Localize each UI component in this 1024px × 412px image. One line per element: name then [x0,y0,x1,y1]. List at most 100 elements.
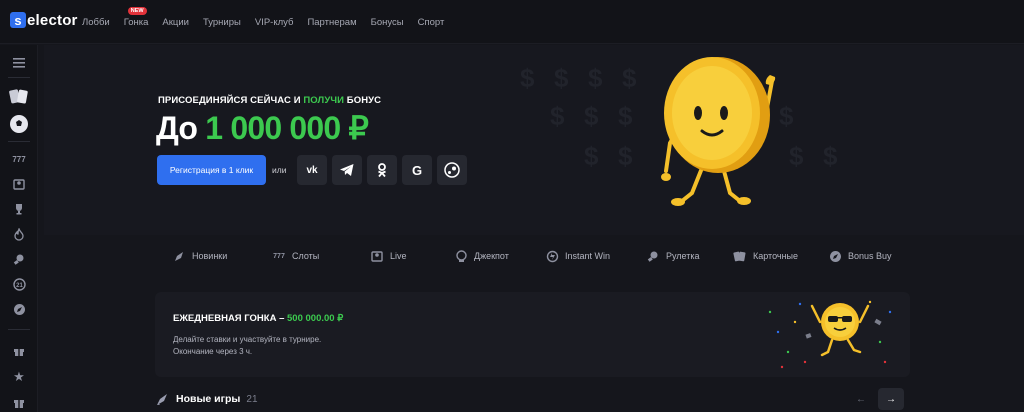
sidebar: 777 21 ★ [0,45,38,412]
dollar-icon: $ [618,141,633,171]
new-games-count: 21 [246,393,258,405]
daily-race-card[interactable]: ЕЖЕДНЕВНАЯ ГОНКА – 500 000.00 ₽ Делайте … [155,292,910,377]
race-prize: 500 000.00 ₽ [287,313,344,324]
sidebar-divider [8,77,30,78]
kicker-highlight: ПОЛУЧИ [303,95,345,106]
menu-icon[interactable] [11,55,27,71]
category-instant-win[interactable]: Instant Win [545,245,610,267]
new-badge: NEW [127,6,147,15]
top-bar: s elector Лобби Гонка NEW Акции Турниры … [0,0,1024,44]
nav-tournaments[interactable]: Турниры [203,17,241,28]
odnoklassniki-icon [378,163,386,178]
logo[interactable]: s elector [10,10,78,30]
race-description: Делайте ставки и участвуйте в турнире. О… [173,334,321,358]
race-mascot-illustration [768,300,892,369]
category-label: Instant Win [565,251,611,261]
live-dealer-icon[interactable] [11,176,27,192]
dollar-icon: $ [520,63,535,93]
category-label: Джекпот [474,251,509,261]
dollar-icon: $ [823,141,838,171]
category-new[interactable]: Новинки [172,245,227,267]
amount-prefix: До [156,110,198,146]
google-login-button[interactable]: G [402,155,432,185]
google-icon: G [411,162,423,178]
gift-icon[interactable] [11,343,27,359]
vk-icon: vk [306,164,318,176]
or-label: или [272,165,287,175]
category-label: Live [390,251,407,261]
category-slots[interactable]: 777 Слоты [272,245,319,267]
steam-icon [444,162,460,178]
steam-login-button[interactable] [437,155,467,185]
dollar-icon: $ [584,101,599,131]
dollar-icon: $ [789,141,804,171]
present-icon[interactable] [11,394,27,410]
category-label: Новинки [192,251,228,261]
race-title-text: ЕЖЕДНЕВНАЯ ГОНКА – [173,313,288,324]
dollar-icon: $ [618,101,633,131]
logo-mark: s [10,12,26,28]
slots-777-icon[interactable]: 777 [11,151,27,167]
cards-icon [733,249,747,263]
category-label: Bonus Buy [848,251,892,261]
category-card-games[interactable]: Карточные [733,245,798,267]
dollar-icon: $ [622,63,637,93]
nav-sport[interactable]: Спорт [418,17,445,28]
category-bonus-buy[interactable]: Bonus Buy [828,245,892,267]
new-games-header: Новые игры 21 [155,390,258,408]
dollar-icon: $ [584,141,599,171]
nav-lobby[interactable]: Лобби [82,17,110,28]
dollar-icon: $ [588,63,603,93]
hero-banner: $ $ $ $ $ $ $ $ $ $ $ $ ПРИСОЕДИНЯЙСЯ СЕ… [44,45,1024,235]
jackpot-icon [454,249,468,263]
race-desc-line: Делайте ставки и участвуйте в турнире. [173,335,322,344]
bonus-buy-icon [828,249,842,263]
hero-kicker: ПРИСОЕДИНЯЙСЯ СЕЙЧАС И ПОЛУЧИ БОНУС [158,95,381,106]
next-arrow-button[interactable]: → [878,388,904,410]
cards-icon[interactable] [8,87,30,107]
crash-icon[interactable]: 21 [11,276,27,292]
live-dealer-icon [370,249,384,263]
nav-partners[interactable]: Партнерам [307,17,356,28]
roulette-icon[interactable] [11,251,27,267]
kicker-text: ПРИСОЕДИНЯЙСЯ СЕЙЧАС И [158,95,304,106]
sidebar-divider [8,329,30,330]
instant-win-icon [545,249,559,263]
fire-icon[interactable] [11,226,27,242]
nav-promotions[interactable]: Акции [162,17,189,28]
slots-777-icon: 777 [273,252,285,260]
prev-arrow-button[interactable]: ← [848,388,874,410]
sidebar-divider [8,141,30,142]
svg-text:21: 21 [16,283,23,289]
category-roulette[interactable]: Рулетка [646,245,700,267]
soccer-ball-icon[interactable] [8,113,30,135]
kicker-text-end: БОНУС [344,95,382,106]
roulette-icon [646,249,660,263]
trophy-icon[interactable] [11,201,27,217]
category-label: Рулетка [666,251,700,261]
main-nav: Лобби Гонка NEW Акции Турниры VIP-клуб П… [82,0,458,44]
amount-value: 1 000 000 ₽ [205,110,369,146]
category-live[interactable]: Live [370,245,407,267]
nav-bonuses[interactable]: Бонусы [371,17,404,28]
nav-race[interactable]: Гонка NEW [123,6,149,28]
telegram-login-button[interactable] [332,155,362,185]
arrow-left-icon: ← [856,393,866,405]
vk-login-button[interactable]: vk [297,155,327,185]
race-end-time: Окончание через 3 ч. [173,347,253,356]
hero-amount: До 1 000 000 ₽ [156,109,369,147]
category-label: Слоты [292,251,320,261]
rocket-icon [155,392,170,407]
rocket-icon [172,249,186,263]
logo-text: elector [27,11,78,29]
nav-race-label: Гонка [123,16,149,28]
dollar-icon: $ [554,63,569,93]
category-label: Карточные [753,251,799,261]
odnoklassniki-login-button[interactable] [367,155,397,185]
star-icon[interactable]: ★ [11,369,27,385]
category-jackpot[interactable]: Джекпот [454,245,509,267]
nav-vip-club[interactable]: VIP-клуб [255,17,294,28]
new-games-title: Новые игры [176,393,241,405]
rocket-icon[interactable] [11,301,27,317]
register-button[interactable]: Регистрация в 1 клик [157,155,266,185]
